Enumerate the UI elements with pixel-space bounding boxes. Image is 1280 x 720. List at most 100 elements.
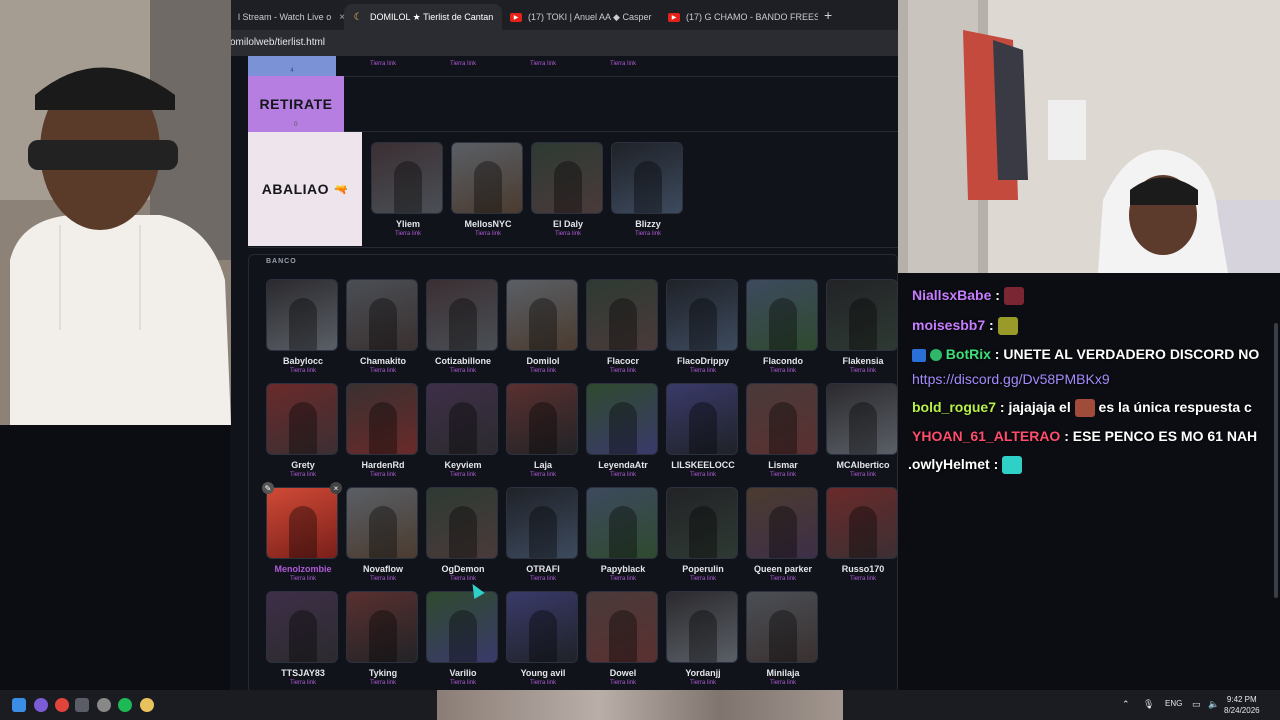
artist-photo[interactable] xyxy=(746,279,818,351)
artist-link[interactable]: Tierra link xyxy=(426,368,500,374)
artist-card[interactable]: Minilaja Tierra link xyxy=(746,591,820,686)
artist-link[interactable]: Tierra link xyxy=(586,576,660,582)
artist-card[interactable]: MellosNYC Tierra link xyxy=(451,142,525,237)
artist-link[interactable]: Tierra link xyxy=(746,576,820,582)
artist-link[interactable]: Tierra link xyxy=(610,61,636,67)
artist-photo[interactable] xyxy=(746,591,818,663)
artist-photo[interactable] xyxy=(746,383,818,455)
artist-card[interactable]: Russo170 Tierra link xyxy=(826,487,898,582)
artist-link[interactable]: Tierra link xyxy=(826,472,898,478)
artist-link[interactable]: Tierra link xyxy=(746,472,820,478)
artist-card[interactable]: TTSJAY83 Tierra link xyxy=(266,591,340,686)
artist-photo[interactable] xyxy=(426,279,498,351)
artist-link[interactable]: Tierra link xyxy=(451,231,525,237)
app-icon[interactable] xyxy=(34,698,48,712)
artist-link[interactable]: Tierra link xyxy=(746,680,820,686)
artist-link[interactable]: Tierra link xyxy=(826,368,898,374)
artist-card[interactable]: Blizzy Tierra link xyxy=(611,142,685,237)
tab-youtube-gchamo[interactable]: ▶ (17) G CHAMO - BANDO FREES × xyxy=(660,4,818,30)
artist-card[interactable]: OTRAFI Tierra link xyxy=(506,487,580,582)
tab-youtube-toki[interactable]: ▶ (17) TOKI | Anuel AA ◆ Casper × xyxy=(502,4,660,30)
artist-photo[interactable] xyxy=(426,591,498,663)
new-tab-button[interactable]: + xyxy=(824,7,832,23)
artist-card[interactable]: Yordanjj Tierra link xyxy=(666,591,740,686)
artist-card[interactable]: Young avil Tierra link xyxy=(506,591,580,686)
artist-card[interactable]: OgDemon Tierra link xyxy=(426,487,500,582)
artist-card[interactable]: FlacoDrippy Tierra link xyxy=(666,279,740,374)
tab-tierlist[interactable]: ☾ DOMILOL ★ Tierlist de Cantan × xyxy=(344,4,502,30)
artist-link[interactable]: Tierra link xyxy=(266,368,340,374)
previous-tier-label[interactable]: 4 xyxy=(248,56,336,76)
chrome-icon[interactable] xyxy=(55,698,69,712)
artist-link[interactable]: Tierra link xyxy=(426,576,500,582)
artist-photo[interactable] xyxy=(666,591,738,663)
artist-card[interactable]: Novaflow Tierra link xyxy=(346,487,420,582)
app-icon[interactable] xyxy=(140,698,154,712)
artist-card[interactable]: LILSKEELOCC Tierra link xyxy=(666,383,740,478)
address-bar[interactable]: omilolweb/tierlist.html xyxy=(230,30,898,56)
close-icon[interactable]: × xyxy=(493,12,502,23)
artist-link[interactable]: Tierra link xyxy=(666,472,740,478)
artist-card[interactable]: Queen parker Tierra link xyxy=(746,487,820,582)
artist-card[interactable]: Flacocr Tierra link xyxy=(586,279,660,374)
artist-card[interactable]: Tyking Tierra link xyxy=(346,591,420,686)
artist-link[interactable]: Tierra link xyxy=(666,576,740,582)
chevron-up-icon[interactable]: ⌃ xyxy=(1122,699,1130,710)
artist-photo[interactable] xyxy=(826,383,898,455)
edit-icon[interactable]: ✎ xyxy=(262,482,274,494)
url-text[interactable]: omilolweb/tierlist.html xyxy=(230,37,325,48)
chat-username[interactable]: YHOAN_61_ALTERAO xyxy=(912,428,1060,444)
artist-photo[interactable] xyxy=(611,142,683,214)
tab-stream[interactable]: l Stream - Watch Live o × xyxy=(230,4,348,30)
network-icon[interactable]: ▭ xyxy=(1192,699,1201,710)
artist-photo[interactable] xyxy=(666,487,738,559)
artist-link[interactable]: Tierra link xyxy=(666,680,740,686)
tier-label-retirate[interactable]: RETIRATE 0 xyxy=(248,76,344,132)
artist-photo[interactable] xyxy=(371,142,443,214)
chat-username[interactable]: bold_rogue7 xyxy=(912,399,996,415)
artist-link[interactable]: Tierra link xyxy=(346,576,420,582)
volume-icon[interactable]: 🔈 xyxy=(1208,699,1219,710)
artist-photo[interactable] xyxy=(266,591,338,663)
artist-link[interactable]: Tierra link xyxy=(346,472,420,478)
windows-start-icon[interactable] xyxy=(12,698,26,712)
artist-link[interactable]: Tierra link xyxy=(506,472,580,478)
language-indicator[interactable]: ENG xyxy=(1165,699,1182,708)
artist-photo[interactable] xyxy=(506,591,578,663)
artist-card[interactable]: Flakensia Tierra link xyxy=(826,279,898,374)
artist-photo[interactable] xyxy=(506,487,578,559)
artist-card[interactable]: Lismar Tierra link xyxy=(746,383,820,478)
artist-link[interactable]: Tierra link xyxy=(371,231,445,237)
artist-card[interactable]: Babylocc Tierra link xyxy=(266,279,340,374)
artist-photo[interactable] xyxy=(426,487,498,559)
artist-photo[interactable] xyxy=(346,383,418,455)
app-icon[interactable] xyxy=(75,698,89,712)
artist-link[interactable]: Tierra link xyxy=(666,368,740,374)
artist-link[interactable]: Tierra link xyxy=(266,576,340,582)
artist-photo[interactable] xyxy=(266,487,338,559)
artist-photo[interactable] xyxy=(586,279,658,351)
artist-link[interactable]: Tierra link xyxy=(506,576,580,582)
artist-card[interactable]: Papyblack Tierra link xyxy=(586,487,660,582)
chat-username[interactable]: NiallsxBabe xyxy=(912,287,991,303)
artist-link[interactable]: Tierra link xyxy=(346,368,420,374)
chat-username[interactable]: .owlyHelmet xyxy=(908,456,990,472)
artist-link[interactable]: Tierra link xyxy=(506,680,580,686)
artist-card[interactable]: HardenRd Tierra link xyxy=(346,383,420,478)
artist-photo[interactable] xyxy=(826,279,898,351)
artist-card[interactable]: LeyendaAtr Tierra link xyxy=(586,383,660,478)
close-icon[interactable]: × xyxy=(331,12,345,23)
artist-card[interactable]: Laja Tierra link xyxy=(506,383,580,478)
system-clock[interactable]: 9:42 PM 8/24/2026 xyxy=(1224,694,1260,716)
artist-photo[interactable] xyxy=(586,591,658,663)
artist-card[interactable]: Poperulin Tierra link xyxy=(666,487,740,582)
artist-photo[interactable] xyxy=(826,487,898,559)
artist-card[interactable]: Flacondo Tierra link xyxy=(746,279,820,374)
artist-card[interactable]: Chamakito Tierra link xyxy=(346,279,420,374)
close-icon[interactable]: × xyxy=(652,12,661,23)
artist-link[interactable]: Tierra link xyxy=(426,680,500,686)
artist-card[interactable]: El Daly Tierra link xyxy=(531,142,605,237)
artist-link[interactable]: Tierra link xyxy=(266,472,340,478)
artist-link[interactable]: Tierra link xyxy=(586,472,660,478)
artist-link[interactable]: Tierra link xyxy=(826,576,898,582)
